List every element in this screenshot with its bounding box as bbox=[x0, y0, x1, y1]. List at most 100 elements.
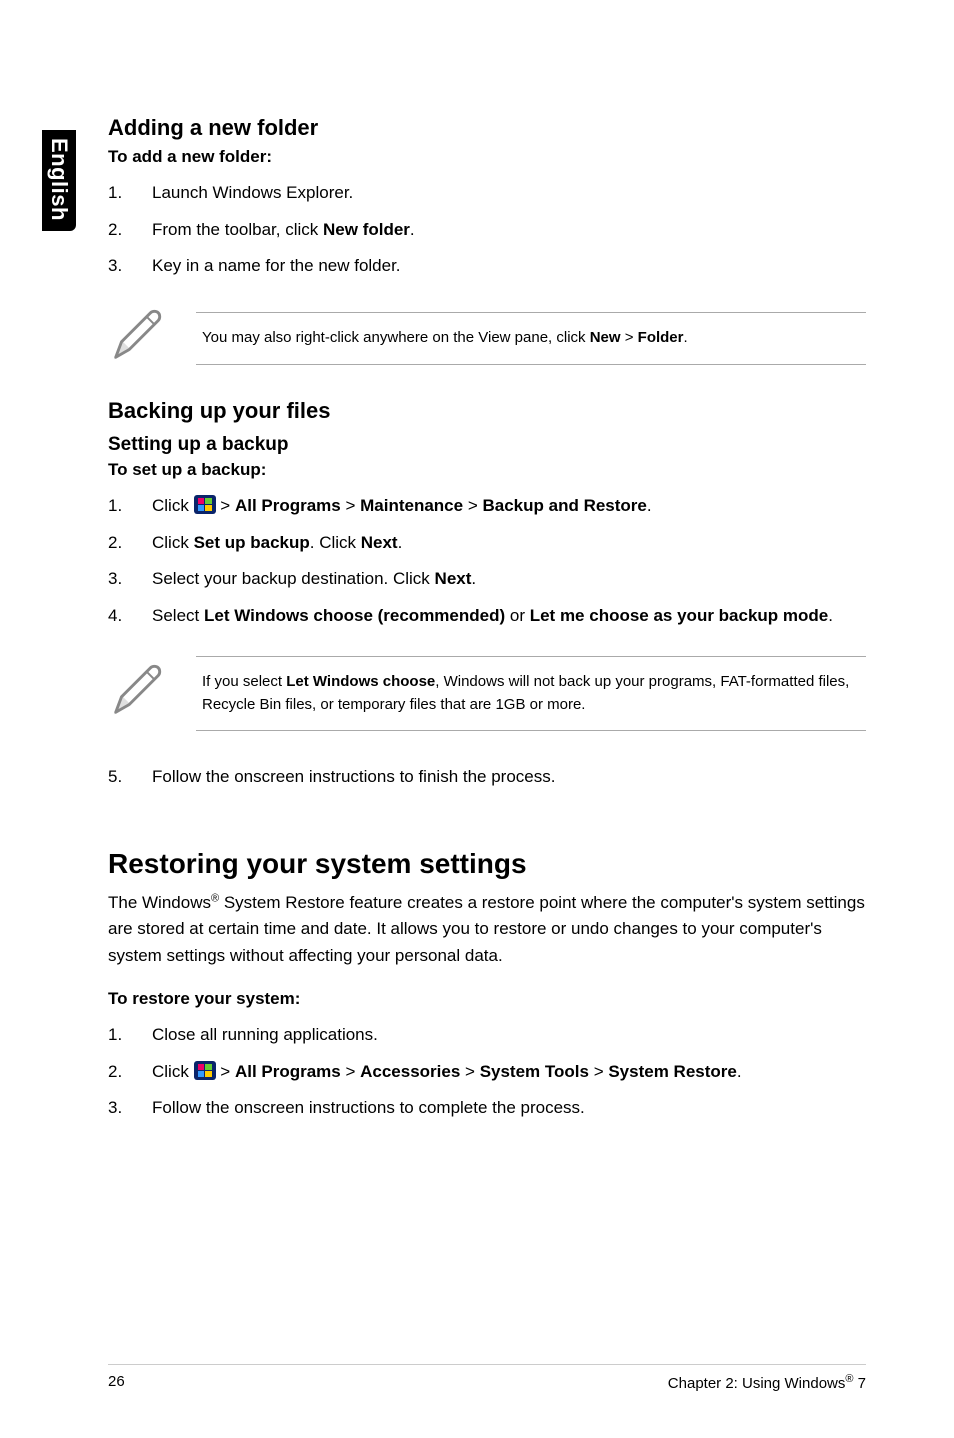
text-fragment: > bbox=[621, 329, 638, 346]
windows-start-icon bbox=[194, 1061, 216, 1080]
bold-text: Accessories bbox=[360, 1062, 460, 1081]
step-text: Follow the onscreen instructions to fini… bbox=[152, 765, 555, 790]
text-fragment: > bbox=[216, 496, 235, 515]
text-fragment: Click bbox=[152, 496, 194, 515]
bold-text: All Programs bbox=[235, 1062, 341, 1081]
text-fragment: . bbox=[828, 606, 833, 625]
bold-text: Next bbox=[361, 533, 398, 552]
text-fragment: > bbox=[341, 1062, 360, 1081]
steps-backup: 1. Click > All Programs > Maintenance > … bbox=[108, 488, 866, 635]
bold-text: Folder bbox=[638, 329, 684, 346]
note-text: You may also right-click anywhere on the… bbox=[196, 312, 866, 365]
note-block: If you select Let Windows choose, Window… bbox=[108, 656, 866, 731]
step-number: 2. bbox=[108, 218, 126, 243]
page-footer: 26 Chapter 2: Using Windows® 7 bbox=[108, 1364, 866, 1392]
step-text: Click Set up backup. Click Next. bbox=[152, 531, 402, 556]
text-fragment: . Click bbox=[310, 533, 361, 552]
subheading-to-add-folder: To add a new folder: bbox=[108, 147, 866, 167]
bold-text: Let me choose as your backup mode bbox=[530, 606, 829, 625]
step-number: 1. bbox=[108, 181, 126, 206]
subheading-to-set-backup: To set up a backup: bbox=[108, 460, 866, 480]
list-item: 1. Click > All Programs > Maintenance > … bbox=[108, 488, 866, 525]
bold-text: Backup and Restore bbox=[482, 496, 646, 515]
page-number: 26 bbox=[108, 1373, 125, 1392]
heading-restore: Restoring your system settings bbox=[108, 848, 866, 880]
bold-text: Maintenance bbox=[360, 496, 463, 515]
steps-restore: 1.Close all running applications. 2. Cli… bbox=[108, 1017, 866, 1127]
heading-adding-folder: Adding a new folder bbox=[108, 115, 866, 141]
step-number: 2. bbox=[108, 531, 126, 556]
subheading-to-restore: To restore your system: bbox=[108, 989, 866, 1009]
step-number: 3. bbox=[108, 254, 126, 279]
bold-text: Let Windows choose bbox=[286, 673, 435, 690]
step-text: Select your backup destination. Click Ne… bbox=[152, 567, 476, 592]
bold-text: New folder bbox=[323, 220, 410, 239]
list-item: 3. Follow the onscreen instructions to co… bbox=[108, 1090, 866, 1127]
text-fragment: 7 bbox=[853, 1375, 866, 1392]
text-fragment: Select your backup destination. Click bbox=[152, 569, 435, 588]
text-fragment: Select bbox=[152, 606, 204, 625]
page-content: Adding a new folder To add a new folder:… bbox=[0, 0, 954, 1438]
step-text: Launch Windows Explorer. bbox=[152, 181, 353, 206]
text-fragment: . bbox=[647, 496, 652, 515]
text-fragment: Chapter 2: Using Windows bbox=[668, 1375, 846, 1392]
step-text: Click > All Programs > Accessories > Sys… bbox=[152, 1060, 742, 1085]
text-fragment: . bbox=[737, 1062, 742, 1081]
text-fragment: Click bbox=[152, 1062, 194, 1081]
step-text: From the toolbar, click New folder. bbox=[152, 218, 415, 243]
list-item: 1. Launch Windows Explorer. bbox=[108, 175, 866, 212]
step-text: Follow the onscreen instructions to comp… bbox=[152, 1096, 585, 1121]
text-fragment: > bbox=[341, 496, 360, 515]
steps-backup-cont: 5. Follow the onscreen instructions to fi… bbox=[108, 759, 866, 796]
step-number: 5. bbox=[108, 765, 126, 790]
note-icon bbox=[108, 307, 166, 370]
list-item: 2. Click Set up backup. Click Next. bbox=[108, 525, 866, 562]
text-fragment: or bbox=[505, 606, 530, 625]
bold-text: Next bbox=[435, 569, 472, 588]
heading-backup: Backing up your files bbox=[108, 398, 866, 424]
text-fragment: > bbox=[589, 1062, 608, 1081]
chapter-label: Chapter 2: Using Windows® 7 bbox=[668, 1373, 866, 1392]
text-fragment: . bbox=[398, 533, 403, 552]
step-number: 3. bbox=[108, 567, 126, 592]
steps-add-folder: 1. Launch Windows Explorer. 2. From the to… bbox=[108, 175, 866, 285]
list-item: 2. Click > All Programs > Accessories > … bbox=[108, 1054, 866, 1091]
note-text: If you select Let Windows choose, Window… bbox=[196, 656, 866, 731]
step-number: 2. bbox=[108, 1060, 126, 1085]
text-fragment: You may also right-click anywhere on the… bbox=[202, 329, 590, 346]
note-block: You may also right-click anywhere on the… bbox=[108, 307, 866, 370]
bold-text: System Tools bbox=[480, 1062, 589, 1081]
step-number: 1. bbox=[108, 1023, 126, 1048]
step-number: 4. bbox=[108, 604, 126, 629]
step-text: Key in a name for the new folder. bbox=[152, 254, 401, 279]
list-item: 3. Select your backup destination. Click… bbox=[108, 561, 866, 598]
text-fragment: System Restore feature creates a restore… bbox=[108, 893, 865, 965]
text-fragment: The Windows bbox=[108, 893, 211, 912]
restore-body: The Windows® System Restore feature crea… bbox=[108, 890, 866, 969]
step-text: Click > All Programs > Maintenance > Bac… bbox=[152, 494, 652, 519]
windows-start-icon bbox=[194, 495, 216, 514]
text-fragment: . bbox=[410, 220, 415, 239]
text-fragment: If you select bbox=[202, 673, 286, 690]
list-item: 2. From the toolbar, click New folder. bbox=[108, 212, 866, 249]
text-fragment: > bbox=[460, 1062, 479, 1081]
step-number: 1. bbox=[108, 494, 126, 519]
step-number: 3. bbox=[108, 1096, 126, 1121]
list-item: 5. Follow the onscreen instructions to fi… bbox=[108, 759, 866, 796]
text-fragment: From the toolbar, click bbox=[152, 220, 323, 239]
note-icon bbox=[108, 662, 166, 725]
bold-text: All Programs bbox=[235, 496, 341, 515]
list-item: 1.Close all running applications. bbox=[108, 1017, 866, 1054]
step-text: Select Let Windows choose (recommended) … bbox=[152, 604, 833, 629]
bold-text: Let Windows choose (recommended) bbox=[204, 606, 505, 625]
bold-text: System Restore bbox=[608, 1062, 737, 1081]
subheading-setting-backup: Setting up a backup bbox=[108, 434, 866, 456]
bold-text: Set up backup bbox=[194, 533, 310, 552]
text-fragment: Click bbox=[152, 533, 194, 552]
text-fragment: . bbox=[684, 329, 688, 346]
bold-text: New bbox=[590, 329, 621, 346]
text-fragment: . bbox=[471, 569, 476, 588]
registered-mark: ® bbox=[211, 892, 219, 904]
list-item: 4. Select Let Windows choose (recommende… bbox=[108, 598, 866, 635]
list-item: 3. Key in a name for the new folder. bbox=[108, 248, 866, 285]
